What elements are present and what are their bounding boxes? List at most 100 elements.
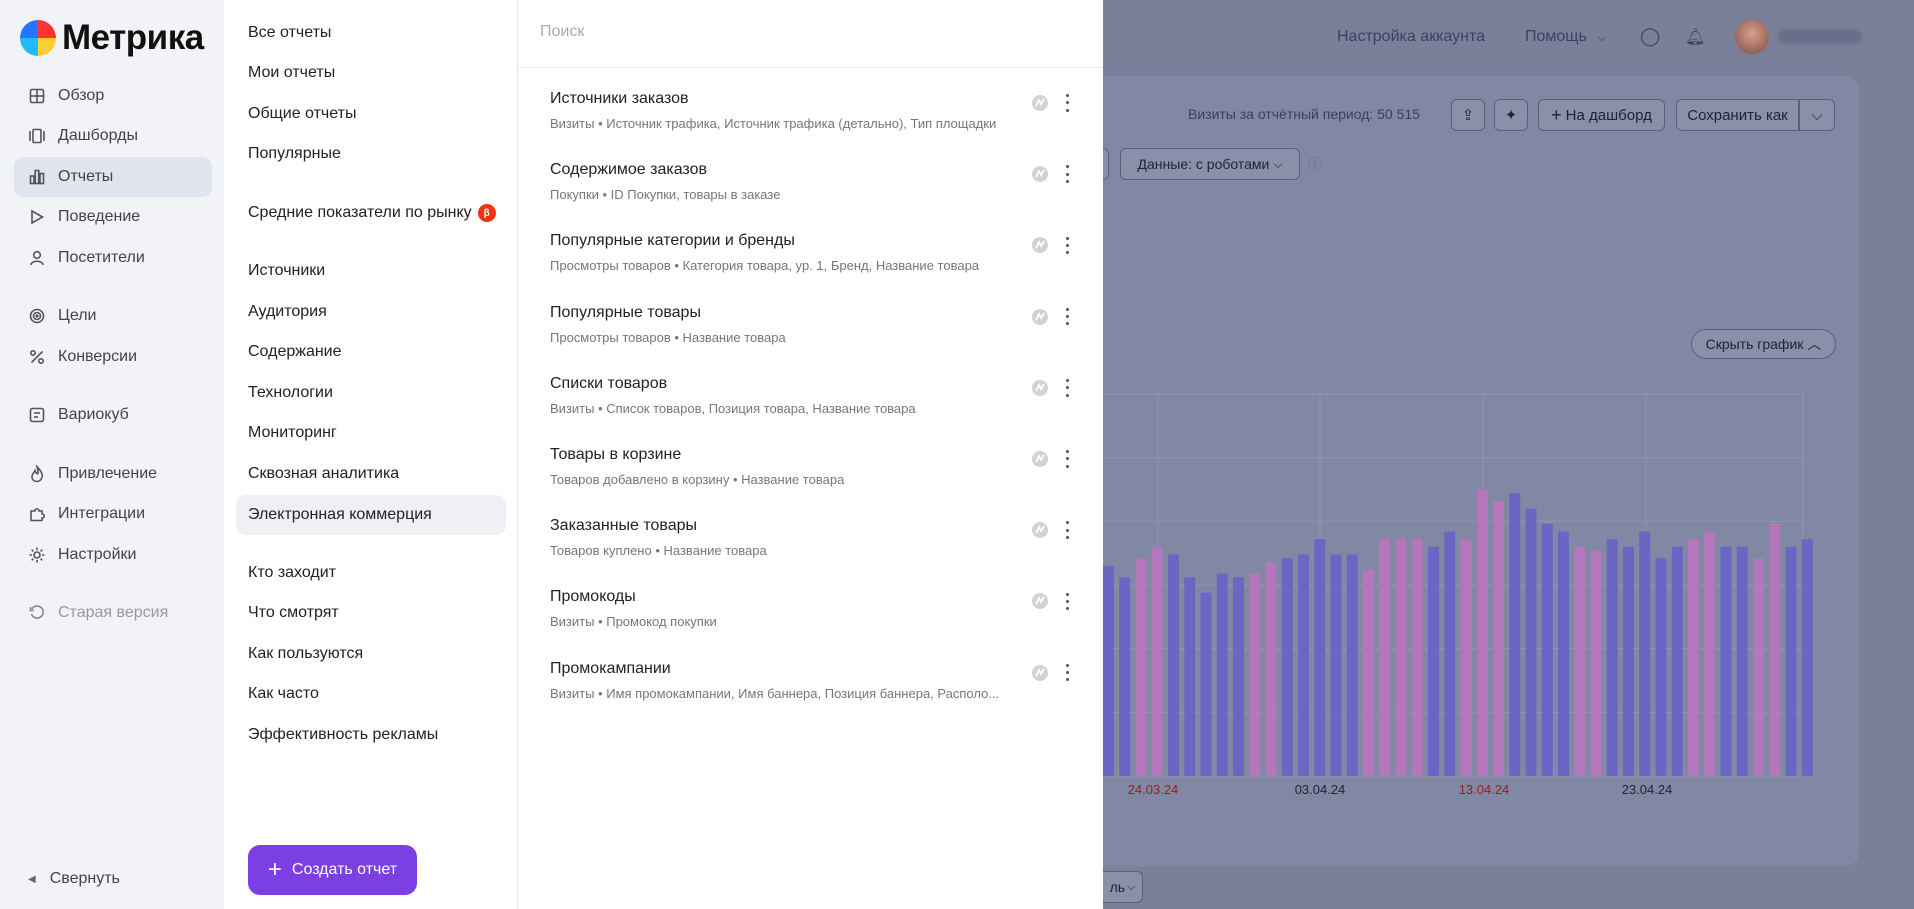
add-to-dashboard-button[interactable]: + На дашборд [1538,99,1665,131]
data-filter-dropdown[interactable]: Данные: с роботами ⌵ [1120,148,1300,180]
nav-item-dashboards[interactable]: Дашборды [14,116,212,156]
chart-bar[interactable] [1298,554,1309,776]
nav-item-variocube[interactable]: Вариокуб [14,395,212,435]
menu-item-monitoring[interactable]: Мониторинг [236,413,506,453]
report-item-promocodes[interactable]: Промокоды Визиты • Промокод покупки [550,588,1080,648]
export-button[interactable]: ⇪ [1451,99,1485,131]
chart-bar[interactable] [1428,546,1439,776]
help-menu[interactable]: Помощь ⌵ [1525,28,1606,46]
avatar[interactable] [1735,20,1769,54]
hide-chart-button[interactable]: Скрыть график ︿ [1691,329,1836,359]
chart-bar[interactable] [1119,577,1131,776]
chart-bar[interactable] [1558,531,1569,776]
more-options-icon[interactable] [1060,519,1074,541]
menu-item-market-averages[interactable]: Средние показатели по рынку β [236,193,506,233]
menu-item-all-reports[interactable]: Все отчеты [236,13,506,53]
chart-bar[interactable] [1460,539,1472,776]
bottom-dropdown-partial[interactable]: ль ⌵ [1103,871,1143,903]
menu-item-shared-reports[interactable]: Общие отчеты [236,94,506,134]
help-icon[interactable]: ⓘ [1308,154,1322,174]
chart-bar[interactable] [1688,539,1699,776]
chart-bar[interactable] [1200,592,1212,776]
menu-item-what-they-watch[interactable]: Что смотрят [236,593,506,633]
chart-bar[interactable] [1330,554,1342,776]
chart-bar[interactable] [1411,539,1423,776]
chart-bar[interactable] [1785,546,1797,776]
chart-bar[interactable] [1168,554,1179,776]
nav-item-acquisition[interactable]: Привлечение [14,454,212,494]
chart-bar[interactable] [1281,558,1293,776]
menu-item-end-to-end-analytics[interactable]: Сквозная аналитика [236,454,506,494]
chart-bar[interactable] [1135,558,1147,776]
chart-bar[interactable] [1720,546,1732,776]
bell-icon[interactable]: 🔔︎ [1685,27,1705,47]
chart-bar[interactable] [1151,546,1163,776]
chart-bar[interactable] [1346,554,1358,776]
more-options-icon[interactable] [1060,234,1074,256]
save-as-button[interactable]: Сохранить как [1676,99,1799,131]
report-item-cart-products[interactable]: Товары в корзине Товаров добавлено в корз… [550,446,1080,506]
collapse-button[interactable]: ◀ Свернуть [28,870,120,888]
report-item-order-sources[interactable]: Источники заказов Визиты • Источник трафи… [550,90,1080,150]
chart-bar[interactable] [1655,558,1667,776]
ai-button[interactable]: ✦ [1494,99,1528,131]
report-item-product-lists[interactable]: Списки товаров Визиты • Список товаров, П… [550,375,1080,435]
more-options-icon[interactable] [1060,662,1074,684]
ai-insight-icon[interactable] [1031,379,1049,397]
menu-item-content[interactable]: Содержание [236,332,506,372]
chart-bar[interactable] [1769,523,1781,776]
chart-bar[interactable] [1233,577,1244,776]
chart-bar[interactable] [1525,508,1537,776]
chart-bar[interactable] [1606,539,1618,776]
chart-bar[interactable] [1574,546,1586,776]
menu-item-ad-efficiency[interactable]: Эффективность рекламы [236,715,506,755]
menu-item-ecommerce[interactable]: Электронная коммерция [236,495,506,535]
ai-insight-icon[interactable] [1031,521,1049,539]
report-item-popular-products[interactable]: Популярные товары Просмотры товаров • Наз… [550,304,1080,364]
more-options-icon[interactable] [1060,377,1074,399]
chart-bar[interactable] [1265,562,1277,776]
menu-item-popular[interactable]: Популярные [236,134,506,174]
more-options-icon[interactable] [1060,448,1074,470]
chart-bar[interactable] [1753,558,1764,776]
chart-bar[interactable] [1444,531,1456,776]
chart-bar[interactable] [1639,531,1651,776]
chart-bar[interactable] [1363,569,1374,776]
report-item-promocampaigns[interactable]: Промокампании Визиты • Имя промокампании,… [550,660,1080,720]
menu-item-who-visits[interactable]: Кто заходит [236,553,506,593]
create-report-button[interactable]: + Создать отчет [248,845,417,895]
nav-item-conversions[interactable]: Конверсии [14,337,212,377]
chart-bar[interactable] [1590,550,1602,776]
ai-insight-icon[interactable] [1031,236,1049,254]
chart-bar[interactable] [1314,539,1326,776]
chart-bar[interactable] [1493,500,1504,776]
filter-button-partial[interactable] [1103,148,1109,180]
chart-bar[interactable] [1801,539,1813,776]
logo[interactable]: Метрика [20,18,204,58]
more-options-icon[interactable] [1060,590,1074,612]
menu-item-my-reports[interactable]: Мои отчеты [236,53,506,93]
chart-bar[interactable] [1541,523,1553,776]
menu-item-audience[interactable]: Аудитория [236,292,506,332]
chart-bar[interactable] [1395,539,1407,776]
nav-item-reports[interactable]: Отчеты [14,157,212,197]
chart-bar[interactable] [1476,489,1488,777]
ai-insight-icon[interactable] [1031,592,1049,610]
nav-item-visitors[interactable]: Посетители [14,238,212,278]
more-options-icon[interactable] [1060,92,1074,114]
menu-item-how-often[interactable]: Как часто [236,674,506,714]
ai-insight-icon[interactable] [1031,165,1049,183]
save-as-dropdown[interactable]: ⌵ [1799,99,1835,131]
chat-icon[interactable]: ◯ [1640,26,1660,47]
chart-bar[interactable] [1379,539,1391,776]
nav-item-overview[interactable]: Обзор [14,76,212,116]
ai-insight-icon[interactable] [1031,94,1049,112]
chart-bar[interactable] [1623,546,1634,776]
more-options-icon[interactable] [1060,163,1074,185]
chart-bar[interactable] [1216,573,1228,776]
search-input[interactable]: Поиск [518,0,1103,68]
account-settings-link[interactable]: Настройка аккаунта [1337,28,1485,46]
nav-item-settings[interactable]: Настройки [14,535,212,575]
report-item-popular-categories[interactable]: Популярные категории и бренды Просмотры т… [550,232,1080,292]
chart-bar[interactable] [1509,493,1521,776]
